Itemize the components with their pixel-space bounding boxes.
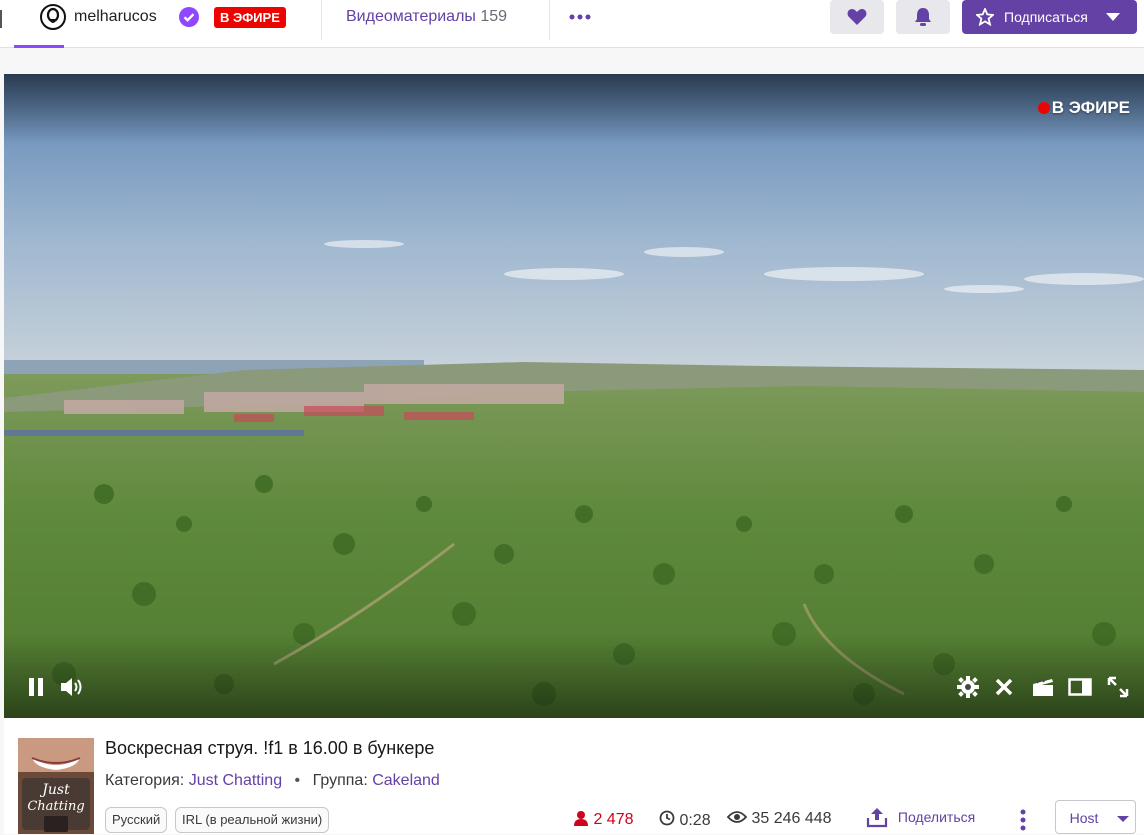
more-button[interactable]	[566, 4, 594, 30]
category-box-art[interactable]: Just Chatting	[18, 738, 94, 834]
viewer-icon	[574, 811, 588, 826]
follow-button[interactable]	[830, 0, 884, 34]
clip-icon	[1033, 678, 1053, 696]
videos-tab[interactable]: Видеоматериалы 159	[346, 8, 507, 26]
clip-button[interactable]	[1029, 673, 1057, 701]
pause-icon	[29, 678, 43, 696]
live-dot-icon	[1037, 102, 1050, 114]
player-live-indicator: В ЭФИРЕ	[1037, 98, 1130, 118]
more-dots-icon	[569, 14, 591, 20]
close-button[interactable]	[990, 673, 1018, 701]
host-dropdown-button[interactable]	[1112, 800, 1136, 834]
subscribe-label: Подписаться	[1004, 9, 1088, 25]
settings-button[interactable]	[954, 673, 982, 701]
channel-avatar[interactable]	[40, 4, 66, 30]
box-art-text-2: Chatting	[27, 799, 84, 814]
eye-icon	[726, 811, 748, 823]
total-views-value: 35 246 448	[751, 810, 832, 827]
uptime-value: 0:28	[679, 812, 711, 829]
settings-icon	[957, 676, 979, 698]
viewer-count: 2 478	[573, 810, 634, 829]
verified-icon	[179, 7, 199, 27]
chevron-down-icon	[1106, 13, 1120, 21]
channel-name[interactable]: melharucos	[74, 8, 157, 26]
star-icon	[976, 8, 994, 26]
chevron-down-icon	[1117, 816, 1129, 822]
stream-info: Just Chatting Воскресная струя. !f1 в 16…	[4, 718, 1144, 834]
fullscreen-icon	[1107, 676, 1129, 698]
volume-icon	[61, 678, 82, 696]
volume-button[interactable]	[58, 673, 86, 701]
uptime: 0:28	[659, 810, 711, 830]
videos-tab-label: Видеоматериалы	[346, 8, 476, 25]
tag-language[interactable]: Русский	[105, 807, 168, 833]
total-views: 35 246 448	[726, 810, 832, 828]
subscribe-button[interactable]: Подписаться	[962, 0, 1137, 34]
pause-button[interactable]	[22, 673, 50, 701]
category-label: Категория:	[105, 772, 185, 789]
channel-header: melharucos В ЭФИРЕ Видеоматериалы 159 По…	[0, 0, 1144, 48]
channel-avatar-tab[interactable]	[14, 0, 66, 48]
fullscreen-button[interactable]	[1104, 673, 1132, 701]
box-art-text-1: Just	[39, 782, 70, 798]
videos-count: 159	[480, 8, 508, 25]
group-link[interactable]: Cakeland	[372, 772, 440, 789]
theatre-mode-button[interactable]	[1066, 673, 1094, 701]
category-link[interactable]: Just Chatting	[189, 772, 282, 789]
share-icon	[866, 808, 888, 828]
heart-icon	[847, 9, 867, 25]
more-options-button[interactable]	[1014, 806, 1032, 834]
tag-irl[interactable]: IRL (в реальной жизни)	[175, 807, 330, 833]
group-label: Группа:	[312, 772, 368, 789]
bell-icon	[915, 8, 931, 26]
share-label: Поделиться	[897, 809, 976, 825]
divider	[549, 0, 550, 40]
theatre-mode-icon	[1068, 678, 1092, 696]
notifications-button[interactable]	[896, 0, 950, 34]
clock-icon	[659, 810, 675, 826]
video-player[interactable]: В ЭФИРЕ	[4, 74, 1144, 718]
live-badge: В ЭФИРЕ	[214, 7, 286, 28]
player-live-label: В ЭФИРЕ	[1051, 98, 1130, 117]
active-tab-underline	[14, 45, 64, 48]
close-icon	[995, 678, 1013, 696]
stream-title: Воскресная струя. !f1 в 16.00 в бункере	[105, 738, 435, 758]
viewer-count-value: 2 478	[593, 811, 634, 828]
kebab-icon	[1020, 809, 1026, 831]
host-button[interactable]: Host	[1055, 800, 1113, 834]
meta-separator: •	[294, 772, 301, 789]
edge-marker	[0, 10, 2, 28]
stream-meta: Категория: Just Chatting • Группа: Cakel…	[105, 772, 440, 790]
divider	[321, 0, 322, 40]
share-button[interactable]: Поделиться	[866, 806, 975, 834]
video-frame	[4, 74, 1144, 718]
